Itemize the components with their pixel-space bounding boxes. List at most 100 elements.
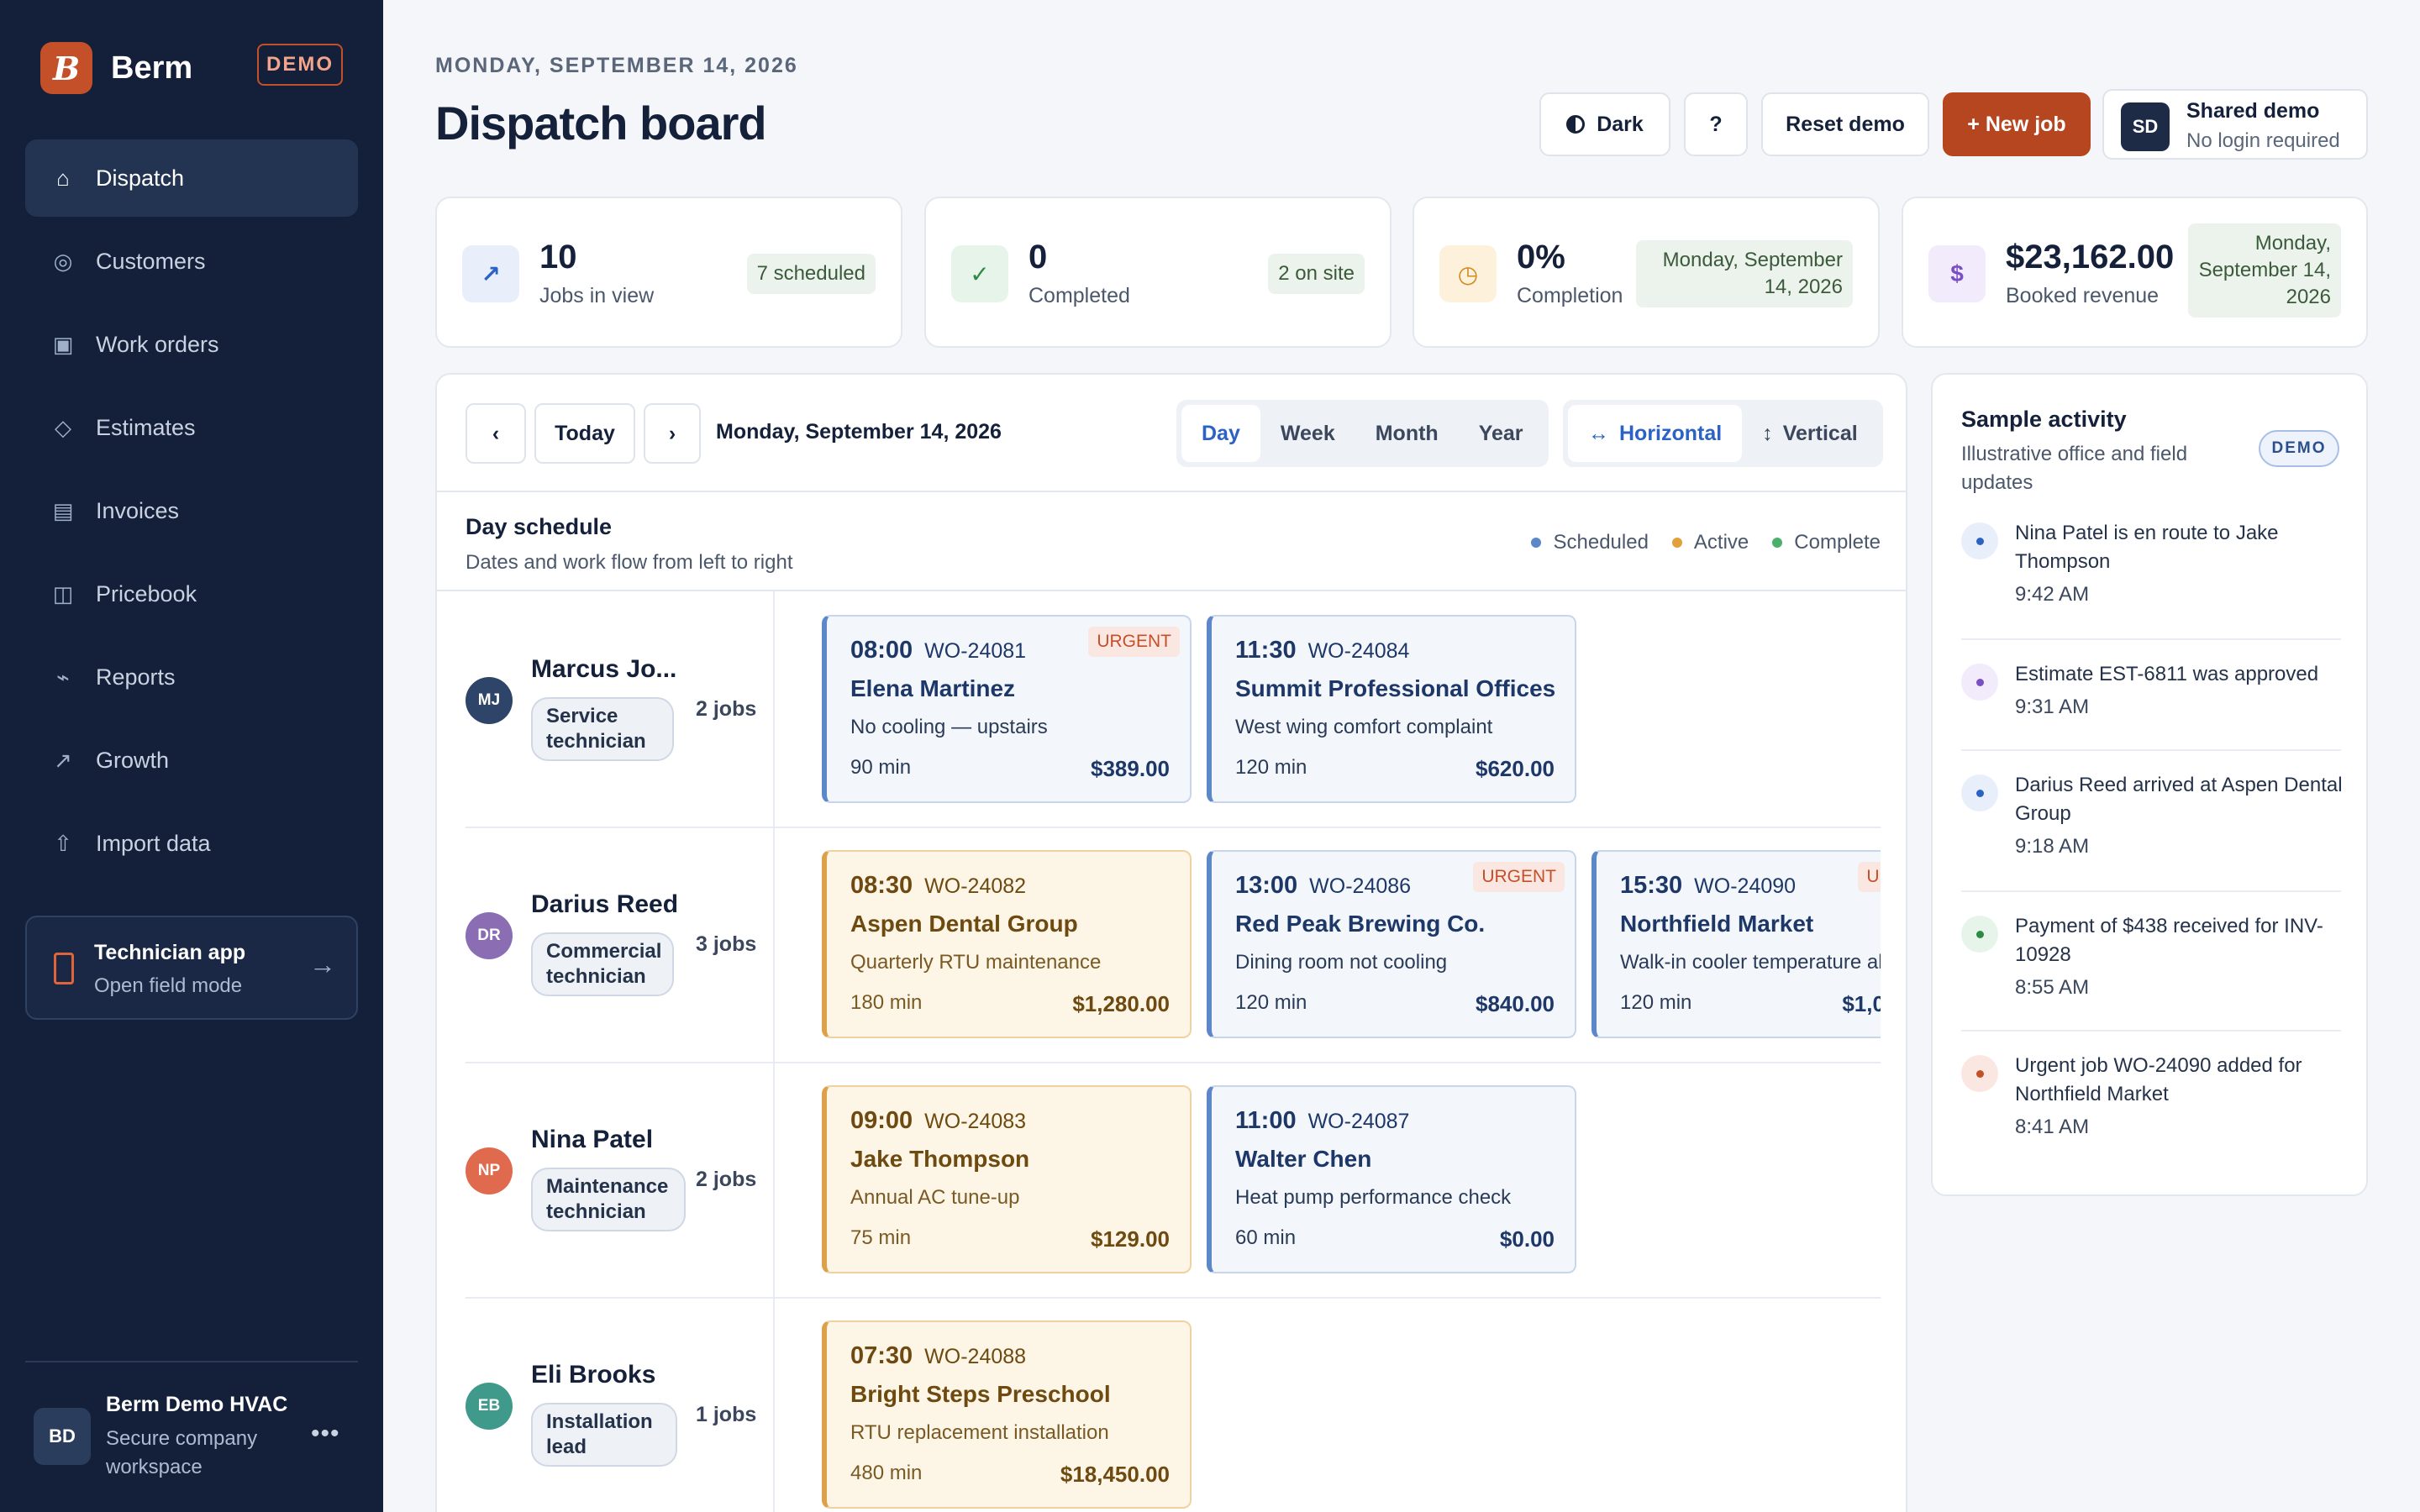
dark-mode-label: Dark xyxy=(1597,112,1644,136)
sidebar-item-customers[interactable]: ◎ Customers xyxy=(25,223,358,300)
legend-label: Active xyxy=(1693,531,1749,554)
job-duration: 120 min xyxy=(1235,991,1307,1014)
job-card[interactable]: 15:30 WO-24090 Northfield Market Walk-in co… xyxy=(1591,850,1881,1038)
activity-text: Urgent job WO-24090 added for Northfield… xyxy=(2015,1054,2302,1105)
legend-item: Active xyxy=(1671,531,1749,554)
stat-label: Completed xyxy=(1028,284,1130,307)
sidebar-item-label: Import data xyxy=(96,830,211,856)
sidebar-item-invoices[interactable]: ▤ Invoices xyxy=(25,472,358,549)
sidebar-item-import-data[interactable]: ⇧ Import data xyxy=(25,805,358,882)
sidebar-item-dispatch[interactable]: ⌂ Dispatch xyxy=(25,139,358,217)
job-time: 13:00 WO-24086 xyxy=(1235,872,1411,900)
user-menu[interactable]: SD Shared demo No login required xyxy=(2102,89,2368,160)
sidebar-item-label: Invoices xyxy=(96,497,180,523)
job-price: $0.00 xyxy=(1499,1226,1555,1252)
job-lane: 08:30 WO-24082 Aspen Dental Group Quarterly… xyxy=(822,827,1881,1062)
work-order-number: WO-24088 xyxy=(924,1345,1027,1368)
contrast-icon xyxy=(1566,115,1586,134)
stat-value: 10 xyxy=(539,239,577,276)
activity-text: Darius Reed arrived at Aspen Dental Grou… xyxy=(2015,774,2343,825)
help-button[interactable]: ? xyxy=(1684,92,1748,156)
technician-app-card[interactable]: Technician app Open field mode → xyxy=(25,916,358,1020)
previous-day-button[interactable]: ‹ xyxy=(466,403,526,464)
next-day-button[interactable]: › xyxy=(644,403,701,464)
orientation-vertical[interactable]: ↕ Vertical xyxy=(1742,405,1877,462)
job-card[interactable]: 08:30 WO-24082 Aspen Dental Group Quarterly… xyxy=(822,850,1192,1038)
stat-card: ↗ 10 Jobs in view 7 scheduled xyxy=(435,197,902,348)
schedule-subtitle: Dates and work flow from left to right xyxy=(466,551,793,574)
schedule-title: Day schedule xyxy=(466,514,613,539)
legend-item: Complete xyxy=(1772,531,1881,554)
job-customer: Elena Martinez xyxy=(850,675,1016,701)
activity-panel: Sample activity Illustrative office and … xyxy=(1931,373,2368,1196)
work-order-number: WO-24082 xyxy=(924,874,1027,898)
stat-value: 0 xyxy=(1028,239,1048,276)
technician-row: EB Eli Brooks Installation lead 1 jobs 07:30… xyxy=(466,1297,1906,1512)
urgent-badge: URGENT xyxy=(1088,627,1180,657)
job-card[interactable]: 09:00 WO-24083 Jake Thompson Annual AC tune… xyxy=(822,1085,1192,1273)
job-duration: 480 min xyxy=(850,1462,923,1484)
job-card[interactable]: 11:30 WO-24084 Summit Professional Offices… xyxy=(1207,615,1576,803)
view-tab-year[interactable]: Year xyxy=(1459,405,1544,462)
dark-mode-button[interactable]: Dark xyxy=(1539,92,1670,156)
sidebar-item-work-orders[interactable]: ▣ Work orders xyxy=(25,306,358,383)
activity-subtitle: Illustrative office and field updates xyxy=(1961,443,2188,494)
job-time: 11:00 WO-24087 xyxy=(1235,1107,1409,1135)
sidebar-item-reports[interactable]: ⌁ Reports xyxy=(25,638,358,716)
job-card[interactable]: 11:00 WO-24087 Walter Chen Heat pump perfor… xyxy=(1207,1085,1576,1273)
stat-card: ✓ 0 Completed 2 on site xyxy=(924,197,1392,348)
sidebar-item-growth[interactable]: ↗ Growth xyxy=(25,722,358,799)
activity-dot xyxy=(1975,1069,1984,1078)
legend-dot xyxy=(1671,538,1682,548)
user-subtitle: No login required xyxy=(2186,129,2340,152)
activity-text: Payment of $438 received for INV-10928 xyxy=(2015,915,2323,966)
job-customer: Red Peak Brewing Co. xyxy=(1235,911,1486,937)
job-customer: Bright Steps Preschool xyxy=(850,1381,1111,1407)
view-tab-day[interactable]: Day xyxy=(1181,405,1260,462)
stat-label: Jobs in view xyxy=(539,284,655,307)
activity-divider xyxy=(1961,638,2341,640)
today-button[interactable]: Today xyxy=(534,403,635,464)
sidebar-item-label: Growth xyxy=(96,747,170,773)
job-card[interactable]: 08:00 WO-24081 Elena Martinez No cooling — … xyxy=(822,615,1192,803)
home-icon: ⌂ xyxy=(56,165,70,191)
view-switcher: Day Week Month Year xyxy=(1176,400,1549,467)
job-start-time: 07:30 xyxy=(850,1342,913,1369)
sidebar-item-estimates[interactable]: ◇ Estimates xyxy=(25,389,358,466)
invoices-icon: ▤ xyxy=(52,497,74,523)
activity-time: 8:41 AM xyxy=(2015,1116,2090,1138)
view-tab-month[interactable]: Month xyxy=(1355,405,1459,462)
activity-time: 9:18 AM xyxy=(2015,835,2090,858)
job-start-time: 09:00 xyxy=(850,1107,913,1134)
job-start-time: 08:00 xyxy=(850,637,913,664)
more-options-icon[interactable]: ••• xyxy=(311,1420,340,1448)
brand[interactable]: B Berm xyxy=(40,42,192,94)
activity-divider xyxy=(1961,749,2341,751)
activity-dot xyxy=(1975,930,1984,938)
job-card[interactable]: 13:00 WO-24086 Red Peak Brewing Co. Dining … xyxy=(1207,850,1576,1038)
orientation-label: Vertical xyxy=(1782,421,1858,445)
technician-job-count: 2 jobs xyxy=(696,697,757,721)
clock-icon: ◷ xyxy=(1439,245,1497,302)
job-description: Dining room not cooling xyxy=(1235,951,1448,974)
job-customer: Jake Thompson xyxy=(850,1146,1030,1172)
stat-value: $23,162.00 xyxy=(2006,239,2175,276)
job-price: $620.00 xyxy=(1476,756,1555,781)
sidebar-item-label: Work orders xyxy=(96,331,219,357)
job-price: $389.00 xyxy=(1091,756,1170,781)
sidebar-item-label: Pricebook xyxy=(96,580,197,606)
view-tab-week[interactable]: Week xyxy=(1260,405,1355,462)
job-price: $1,050.00 xyxy=(1842,991,1881,1016)
orientation-horizontal[interactable]: ↔ Horizontal xyxy=(1568,405,1743,462)
job-time: 08:30 WO-24082 xyxy=(850,872,1026,900)
legend-label: Scheduled xyxy=(1553,531,1649,554)
stat-badge: Monday, September 14, 2026 xyxy=(2188,223,2341,318)
reset-demo-button[interactable]: Reset demo xyxy=(1761,92,1929,156)
sidebar-item-pricebook[interactable]: ◫ Pricebook xyxy=(25,555,358,633)
new-job-button[interactable]: + New job xyxy=(1943,92,2091,156)
activity-dot xyxy=(1975,537,1984,545)
activity-dot-icon xyxy=(1961,1055,1998,1092)
job-card[interactable]: 07:30 WO-24088 Bright Steps Preschool RTU r… xyxy=(822,1320,1192,1509)
technician-job-count: 3 jobs xyxy=(696,932,757,956)
technician-app-subtitle: Open field mode xyxy=(94,974,243,997)
